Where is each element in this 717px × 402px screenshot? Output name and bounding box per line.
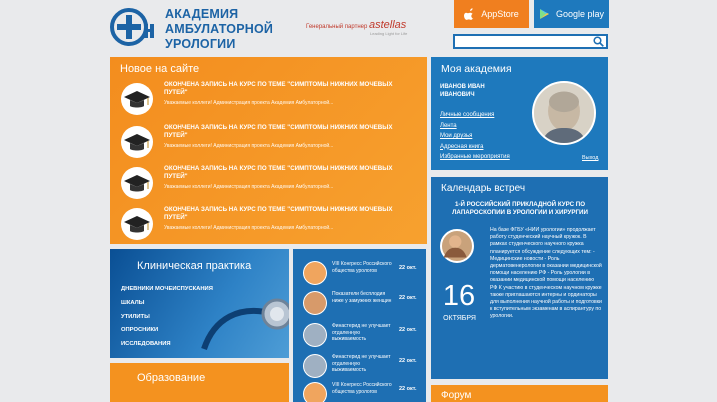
news-snippet: Уважаемые коллеги! Администрация проекта… xyxy=(164,100,334,106)
brand-line-1: АКАДЕМИЯ xyxy=(165,7,239,21)
event-title[interactable]: 1-Й РОССИЙСКИЙ ПРИКЛАДНОЙ КУРС ПО ЛАПАРО… xyxy=(440,201,600,217)
search-icon[interactable] xyxy=(593,36,604,47)
link-address-book[interactable]: Адресная книга xyxy=(440,142,510,153)
graduation-cap-icon xyxy=(121,83,153,115)
news-list-item[interactable]: Показатели бесплодия ниже у замужних жен… xyxy=(303,291,421,321)
clinical-practice-panel: Клиническая практика ДНЕВНИКИ МОЧЕИСПУСК… xyxy=(110,249,289,358)
news-snippet: Уважаемые коллеги! Администрация проекта… xyxy=(164,143,334,149)
brand-name[interactable]: АКАДЕМИЯ АМБУЛАТОРНОЙ УРОЛОГИИ xyxy=(165,7,273,52)
news-list-item[interactable]: Финастерид не улучшает отдаленную выжива… xyxy=(303,323,421,353)
news-list-text[interactable]: VIII Конгресс Российского общества уроло… xyxy=(332,382,394,395)
my-academy-panel: Моя академия ИВАНОВ ИВАН ИВАНОВИЧ Личные… xyxy=(431,57,608,170)
calendar-title: Календарь встреч xyxy=(441,183,526,194)
news-list-item[interactable]: VIII Конгресс Российского общества уроло… xyxy=(303,261,421,291)
event-day: 16 xyxy=(442,280,476,312)
link-favorite-events[interactable]: Избранные мероприятия xyxy=(440,152,510,163)
graduation-cap-icon xyxy=(121,208,153,240)
education-panel[interactable]: Образование xyxy=(110,363,289,402)
google-play-icon xyxy=(539,9,549,19)
news-panel: Новое на сайте ОКОНЧЕНА ЗАПИСЬ НА КУРС П… xyxy=(110,57,427,244)
news-list-text[interactable]: Финастерид не улучшает отдаленную выжива… xyxy=(332,354,394,374)
clinical-menu: ДНЕВНИКИ МОЧЕИСПУСКАНИЯ ШКАЛЫ УТИЛИТЫ ОП… xyxy=(121,283,213,352)
news-list-item[interactable]: VIII Конгресс Российского общества уроло… xyxy=(303,382,421,402)
search-input[interactable] xyxy=(453,34,608,49)
academy-logo[interactable] xyxy=(110,6,160,48)
apple-icon xyxy=(464,8,475,20)
general-partner[interactable]: Генеральный партнер astellas Leading Lig… xyxy=(306,19,407,36)
news-list-text[interactable]: VIII Конгресс Российского общества уроло… xyxy=(332,261,394,274)
graduation-cap-icon xyxy=(121,167,153,199)
news-snippet: Уважаемые коллеги! Администрация проекта… xyxy=(164,184,334,190)
news-title: Новое на сайте xyxy=(120,63,200,75)
brand-line-3: УРОЛОГИИ xyxy=(165,37,236,51)
forum-panel[interactable]: Форум xyxy=(431,385,608,402)
news-list-date: 22 окт. xyxy=(399,386,417,392)
partner-label: Генеральный партнер xyxy=(306,24,368,30)
user-name-line-1: ИВАНОВ ИВАН xyxy=(440,84,485,90)
news-list-item[interactable]: Финастерид не улучшает отдаленную выжива… xyxy=(303,354,421,384)
news-snippet: Уважаемые коллеги! Администрация проекта… xyxy=(164,225,334,231)
calendar-panel: Календарь встреч 1-Й РОССИЙСКИЙ ПРИКЛАДН… xyxy=(431,177,608,379)
user-name-line-2: ИВАНОВИЧ xyxy=(440,92,475,98)
news-list-date: 22 окт. xyxy=(399,265,417,271)
event-description: На базе ФГБУ «НИИ урологии» продолжает р… xyxy=(490,227,602,320)
news-thumbnail xyxy=(303,291,327,315)
news-thumbnail xyxy=(303,261,327,285)
graduation-cap-icon xyxy=(121,126,153,158)
user-name: ИВАНОВ ИВАН ИВАНОВИЧ xyxy=(440,83,485,99)
link-messages[interactable]: Личные сообщения xyxy=(440,110,510,121)
news-list-date: 22 окт. xyxy=(399,327,417,333)
menu-scales[interactable]: ШКАЛЫ xyxy=(121,297,213,311)
menu-research[interactable]: ИССЛЕДОВАНИЯ xyxy=(121,338,213,352)
clinical-title: Клиническая практика xyxy=(137,260,252,272)
menu-questionnaires[interactable]: ОПРОСНИКИ xyxy=(121,324,213,338)
forum-title: Форум xyxy=(441,390,472,401)
event-speaker-photo xyxy=(440,229,474,263)
news-headline[interactable]: ОКОНЧЕНА ЗАПИСЬ НА КУРС ПО ТЕМЕ "СИМПТОМ… xyxy=(164,206,414,222)
news-item[interactable]: ОКОНЧЕНА ЗАПИСЬ НА КУРС ПО ТЕМЕ "СИМПТОМ… xyxy=(121,165,421,199)
appstore-button[interactable]: AppStore xyxy=(454,0,529,28)
brand-line-2: АМБУЛАТОРНОЙ xyxy=(165,22,274,36)
link-friends[interactable]: Мои друзья xyxy=(440,131,510,142)
news-headline[interactable]: ОКОНЧЕНА ЗАПИСЬ НА КУРС ПО ТЕМЕ "СИМПТОМ… xyxy=(164,165,414,181)
user-avatar[interactable] xyxy=(532,81,596,145)
news-thumbnail xyxy=(303,354,327,378)
news-list-date: 22 окт. xyxy=(399,358,417,364)
news-thumbnail xyxy=(303,323,327,347)
news-thumbnail xyxy=(303,382,327,402)
news-headline[interactable]: ОКОНЧЕНА ЗАПИСЬ НА КУРС ПО ТЕМЕ "СИМПТОМ… xyxy=(164,124,414,140)
menu-utilities[interactable]: УТИЛИТЫ xyxy=(121,311,213,325)
event-month: ОКТЯБРЯ xyxy=(443,315,476,322)
appstore-label: AppStore xyxy=(481,9,519,19)
news-item[interactable]: ОКОНЧЕНА ЗАПИСЬ НА КУРС ПО ТЕМЕ "СИМПТОМ… xyxy=(121,81,421,115)
news-list-text[interactable]: Финастерид не улучшает отдаленную выжива… xyxy=(332,323,394,343)
logout-link[interactable]: Выход xyxy=(582,155,598,161)
partner-tagline: Leading Light for Life xyxy=(370,31,408,36)
academy-links: Личные сообщения Лента Мои друзья Адресн… xyxy=(440,110,510,163)
partner-name: astellas xyxy=(368,19,407,31)
news-item[interactable]: ОКОНЧЕНА ЗАПИСЬ НА КУРС ПО ТЕМЕ "СИМПТОМ… xyxy=(121,206,421,240)
news-list-panel: VIII Конгресс Российского общества уроло… xyxy=(293,249,426,402)
news-list-text[interactable]: Показатели бесплодия ниже у замужних жен… xyxy=(332,291,394,304)
news-item[interactable]: ОКОНЧЕНА ЗАПИСЬ НА КУРС ПО ТЕМЕ "СИМПТОМ… xyxy=(121,124,421,158)
news-headline[interactable]: ОКОНЧЕНА ЗАПИСЬ НА КУРС ПО ТЕМЕ "СИМПТОМ… xyxy=(164,81,414,97)
page-root: АКАДЕМИЯ АМБУЛАТОРНОЙ УРОЛОГИИ Генеральн… xyxy=(0,0,717,402)
google-play-button[interactable]: Google play xyxy=(534,0,609,28)
link-feed[interactable]: Лента xyxy=(440,121,510,132)
news-list-date: 22 окт. xyxy=(399,295,417,301)
google-play-label: Google play xyxy=(555,9,605,19)
education-title: Образование xyxy=(137,372,206,384)
menu-urination-diaries[interactable]: ДНЕВНИКИ МОЧЕИСПУСКАНИЯ xyxy=(121,283,213,297)
academy-title: Моя академия xyxy=(441,63,512,75)
